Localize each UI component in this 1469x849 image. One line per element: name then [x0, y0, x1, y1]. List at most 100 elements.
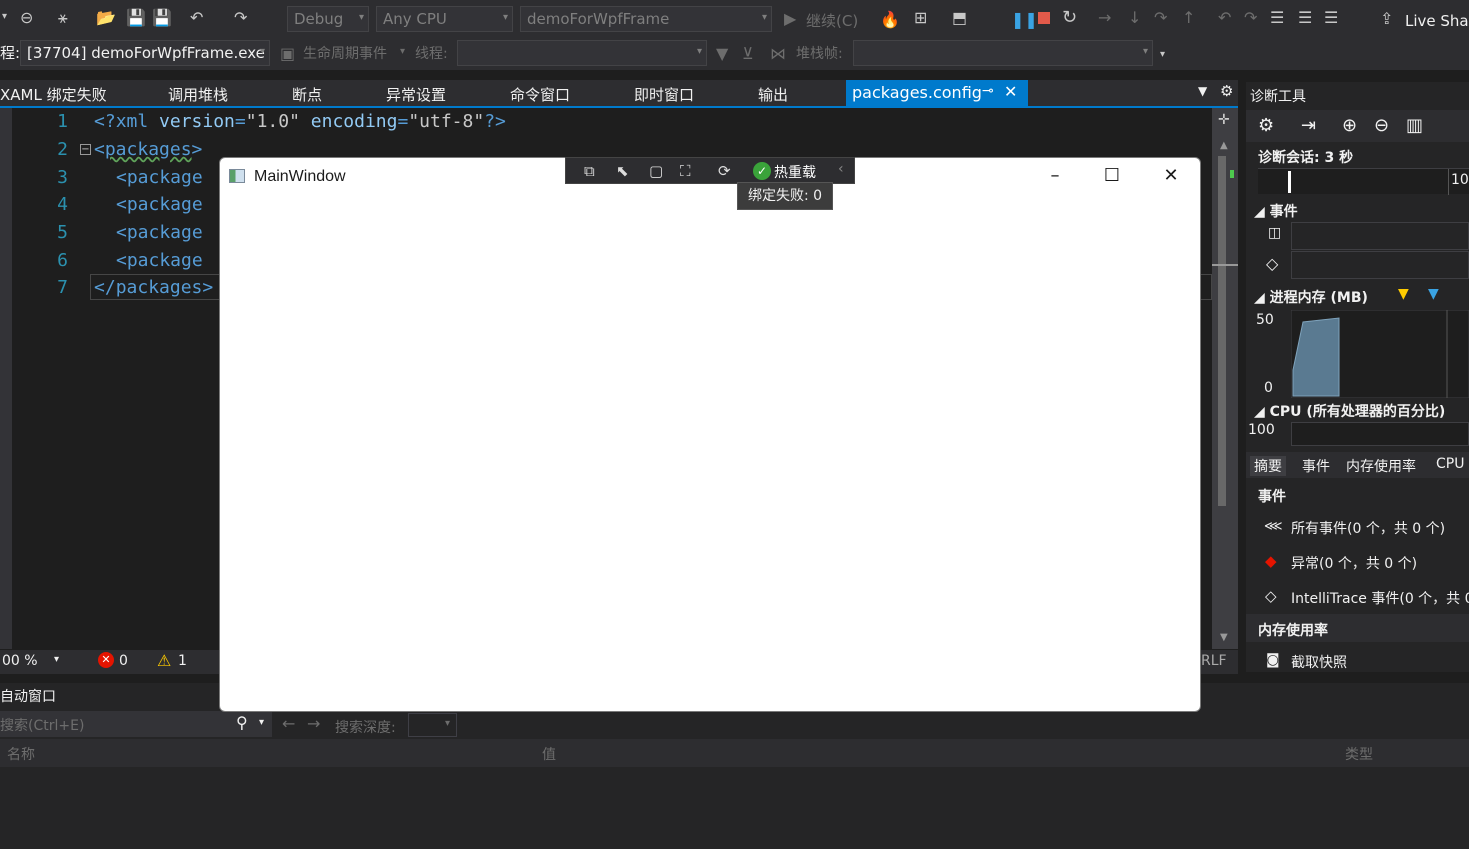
startup-project-combo[interactable]: demoForWpfFrame ▾ [520, 6, 772, 32]
dropdown-icon[interactable]: ▾ [2, 12, 7, 22]
platform-combo[interactable]: Any CPU ▾ [376, 6, 513, 32]
continue-button[interactable]: 继续(C) [806, 10, 858, 31]
line-ending[interactable]: RLF [1201, 653, 1227, 669]
exceptions-link[interactable]: 异常(0 个，共 0 个) [1291, 553, 1417, 573]
play-icon[interactable]: ▶ [784, 11, 796, 27]
tab-packages-config[interactable]: packages.config ⊸ ✕ [846, 80, 1028, 106]
live-visual-tree-icon[interactable]: ⧉ [584, 162, 595, 180]
close-icon[interactable]: ✕ [1004, 82, 1017, 101]
vertical-scrollbar[interactable]: ✛ ▲ ▼ [1212, 108, 1238, 649]
events-header[interactable]: ◢ 事件 [1254, 201, 1298, 221]
zoom-in-icon[interactable]: ⊕ [1342, 115, 1357, 136]
tab-command-window[interactable]: 命令窗口 [510, 84, 570, 105]
collapse-icon[interactable]: − [80, 144, 91, 155]
tab-breakpoints[interactable]: 断点 [292, 84, 322, 105]
pause-icon[interactable]: ❚❚ [1011, 10, 1038, 29]
select-element-icon[interactable]: ⬉ [616, 162, 629, 180]
zoom-level[interactable]: 00 % [2, 653, 38, 669]
config-combo[interactable]: Debug ▾ [287, 6, 369, 32]
memory-header[interactable]: ◢ 进程内存 (MB) [1254, 287, 1368, 307]
intellitrace-link[interactable]: IntelliTrace 事件(0 个，共 0 [1291, 588, 1469, 608]
save-icon[interactable]: 💾 [126, 10, 146, 26]
redo-icon[interactable]: ↷ [234, 10, 247, 26]
step-into-icon[interactable]: ↓ [1128, 10, 1141, 26]
wpf-main-window[interactable]: MainWindow – ☐ ✕ [219, 157, 1201, 712]
column-type[interactable]: 类型 [1345, 744, 1373, 764]
chart-view-icon[interactable]: ▥ [1406, 115, 1423, 136]
tab-output[interactable]: 输出 [758, 84, 788, 105]
settings-gear-icon[interactable]: ⚙ [1258, 115, 1274, 136]
live-share-button[interactable]: Live Shar [1405, 12, 1469, 30]
step-out-icon[interactable]: ↑ [1182, 10, 1195, 26]
tab-events[interactable]: 事件 [1302, 456, 1330, 476]
tab-summary[interactable]: 摘要 [1250, 456, 1286, 476]
close-button[interactable]: ✕ [1156, 164, 1186, 188]
timeline-ruler[interactable]: 10 [1258, 168, 1469, 195]
warning-count[interactable]: 1 [178, 653, 187, 669]
navigate-forward-icon[interactable]: ⊖ [20, 10, 33, 26]
track-focus-icon[interactable]: ⛶ [680, 162, 691, 180]
column-name[interactable]: 名称 [7, 744, 35, 764]
chevron-down-icon[interactable]: ▾ [54, 654, 59, 665]
display-adorners-icon[interactable]: ▢ [649, 162, 663, 180]
process-combo[interactable]: [37704] demoForWpfFrame.exe ▾ [20, 40, 270, 66]
cpu-header[interactable]: ◢ CPU (所有处理器的百分比) [1254, 401, 1445, 421]
open-folder-icon[interactable]: 📂 [96, 10, 116, 26]
step-over-icon[interactable]: ↷ [1154, 10, 1167, 26]
tab-cpu[interactable]: CPU [1436, 456, 1464, 472]
undo-icon[interactable]: ↶ [1218, 10, 1231, 26]
scroll-down-icon[interactable]: ▼ [1220, 632, 1228, 643]
error-icon[interactable]: ✕ [98, 652, 114, 668]
flag-threads-icon[interactable]: ⋈ [770, 46, 786, 62]
collapse-toolbar-icon[interactable]: ‹ [838, 161, 844, 177]
search-box[interactable]: 搜索(Ctrl+E) ⚲ ▾ [0, 711, 272, 737]
split-icon[interactable]: ✛ [1218, 112, 1230, 128]
thread-combo[interactable]: ▾ [457, 40, 707, 66]
take-snapshot-button[interactable]: 截取快照 [1291, 652, 1347, 672]
new-item-icon[interactable]: ⚹ [58, 10, 68, 26]
tab-exception-settings[interactable]: 异常设置 [386, 84, 446, 105]
forward-arrow-icon[interactable]: → [307, 714, 320, 733]
screenshot-icon[interactable]: ⬒ [952, 10, 967, 26]
search-depth-combo[interactable]: ▾ [408, 713, 457, 737]
clear-filter-icon[interactable]: ⊻ [742, 46, 754, 62]
error-count[interactable]: 0 [119, 653, 128, 669]
comment-icon[interactable]: ☰ [1270, 10, 1284, 26]
redo-icon[interactable]: ↷ [1244, 10, 1257, 26]
gear-icon[interactable]: ⚙ [1220, 82, 1233, 100]
uncomment-icon[interactable]: ☰ [1324, 10, 1338, 26]
stop-icon[interactable] [1038, 12, 1050, 24]
zoom-out-icon[interactable]: ⊖ [1374, 115, 1389, 136]
chevron-down-icon[interactable]: ▾ [400, 46, 405, 57]
hot-reload-status[interactable]: 热重载 [774, 162, 816, 182]
search-icon[interactable]: ⚲ [236, 713, 248, 732]
column-value[interactable]: 值 [542, 744, 556, 764]
toolbar-overflow-icon[interactable]: ▾ [1160, 50, 1165, 60]
back-arrow-icon[interactable]: ← [282, 714, 295, 733]
hot-reload-flame-icon[interactable]: 🔥 [880, 10, 900, 29]
pin-icon[interactable]: ⊸ [982, 83, 994, 99]
tab-immediate-window[interactable]: 即时窗口 [634, 84, 694, 105]
scroll-up-icon[interactable]: ▲ [1220, 140, 1228, 151]
attach-icon[interactable]: ⊞ [914, 10, 927, 26]
minimize-button[interactable]: – [1040, 164, 1070, 188]
warning-icon[interactable]: ⚠ [157, 651, 171, 670]
show-next-statement-icon[interactable]: → [1098, 10, 1111, 26]
save-all-icon[interactable]: 💾 [152, 10, 172, 26]
tab-xaml-binding-failures[interactable]: XAML 绑定失败 [0, 84, 107, 105]
chevron-down-icon[interactable]: ▾ [259, 717, 264, 728]
filter-icon[interactable]: ▼ [716, 46, 728, 62]
scrollbar-thumb[interactable] [1218, 156, 1226, 506]
stack-frame-combo[interactable]: ▾ [853, 40, 1153, 66]
binding-failures-icon[interactable]: ⟳ [718, 162, 731, 180]
restart-icon[interactable]: ↻ [1062, 9, 1077, 27]
maximize-button[interactable]: ☐ [1097, 164, 1127, 188]
tab-list-dropdown-icon[interactable]: ▼ [1198, 84, 1207, 98]
export-icon[interactable]: ⇥ [1301, 115, 1316, 136]
tab-memory-usage[interactable]: 内存使用率 [1346, 456, 1416, 476]
format-icon[interactable]: ☰ [1298, 10, 1312, 26]
search-input[interactable]: 搜索(Ctrl+E) [0, 715, 84, 735]
undo-icon[interactable]: ↶ [190, 10, 203, 26]
lifecycle-events-button[interactable]: 生命周期事件 [303, 43, 387, 63]
all-events-link[interactable]: 所有事件(0 个，共 0 个) [1291, 518, 1445, 538]
